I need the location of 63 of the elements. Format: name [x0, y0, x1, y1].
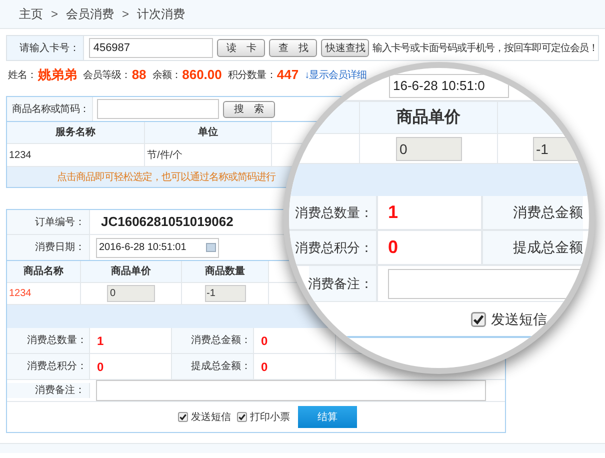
action-button[interactable]: 查 找	[269, 39, 318, 57]
field-label: 订单编号：	[7, 210, 90, 234]
breadcrumb-separator: >	[51, 6, 58, 23]
member-value: 447	[276, 66, 299, 84]
date-field[interactable]: 2016-6-28 10:51:01	[96, 238, 219, 258]
member-value: 860.00	[182, 66, 222, 84]
member-label: 姓名：	[8, 68, 37, 82]
note-field[interactable]	[96, 380, 486, 401]
column-header: 商品名称	[7, 261, 81, 282]
price-field[interactable]: 0	[107, 285, 155, 302]
checkbox[interactable]	[471, 312, 486, 326]
product-search-field[interactable]	[97, 99, 219, 119]
search-button[interactable]: 搜 索	[223, 100, 275, 118]
total-label: 消费总积分：	[289, 231, 378, 264]
price-field[interactable]: 0	[396, 136, 462, 160]
calendar-icon[interactable]	[206, 243, 216, 252]
column-header: 商品单价	[81, 261, 182, 282]
card-number-field[interactable]: 456987	[89, 38, 214, 58]
member-label: 余额：	[152, 68, 182, 82]
checkbox[interactable]	[178, 412, 188, 422]
date-field[interactable]: 16-6-28 10:51:0	[389, 74, 509, 98]
action-button[interactable]: 读 卡	[217, 39, 266, 57]
field-label: 请输入卡号：	[7, 36, 84, 60]
checkbox[interactable]	[237, 412, 247, 422]
member-value: 88	[132, 66, 146, 84]
field-label: 消费日期：	[7, 235, 90, 260]
member-label: 会员等级：	[82, 68, 131, 82]
checkbox-label: 发送短信	[191, 410, 231, 424]
total-label: 提成总金额	[483, 231, 583, 264]
breadcrumb-item[interactable]: 会员消费	[66, 5, 114, 23]
field-label: 商品名称或简码：	[7, 97, 93, 121]
total-value: 0	[261, 332, 268, 350]
quantity-field[interactable]: -1	[204, 285, 246, 302]
breadcrumb-separator: >	[122, 6, 130, 23]
total-value: 1	[388, 201, 398, 224]
field-label: 消费备注：	[309, 266, 378, 301]
checkbox-label: 打印小票	[250, 410, 290, 424]
table-cell[interactable]: 节/件/个	[145, 144, 272, 166]
hint-text: 输入卡号或卡面号码或手机号，按回车即可定位会员！	[372, 42, 598, 56]
total-label: 消费总数量：	[289, 196, 378, 229]
order-number: JC1606281051019062	[101, 213, 234, 232]
total-label: 提成总金额：	[172, 354, 254, 379]
column-header: 单位	[145, 122, 272, 143]
total-label: 消费总数量：	[7, 328, 90, 353]
breadcrumb-item[interactable]: 计次消费	[137, 5, 186, 23]
action-button[interactable]: 快速查找	[321, 39, 370, 57]
member-value: 姚弟弟	[38, 66, 77, 84]
breadcrumb-item[interactable]: 主页	[19, 5, 43, 23]
total-value: 0	[97, 358, 104, 376]
total-value: 1	[97, 332, 104, 350]
total-label: 消费总金额	[483, 196, 583, 229]
column-header: 商品单价	[360, 102, 498, 133]
total-label: 消费总金额：	[172, 328, 254, 353]
total-value: 0	[261, 358, 268, 376]
column-header: 服务名称	[7, 122, 145, 143]
field-label: 消费备注：	[7, 383, 90, 398]
member-details-link[interactable]: ↓显示会员详细	[304, 68, 367, 82]
member-label: 积分数量：	[228, 68, 276, 82]
checkbox-label: 发送短信	[491, 310, 547, 328]
table-cell[interactable]: 1234	[7, 144, 145, 166]
column-header: 商品数量	[182, 261, 269, 282]
total-value: 0	[388, 236, 398, 259]
total-label: 消费总积分：	[7, 354, 90, 379]
